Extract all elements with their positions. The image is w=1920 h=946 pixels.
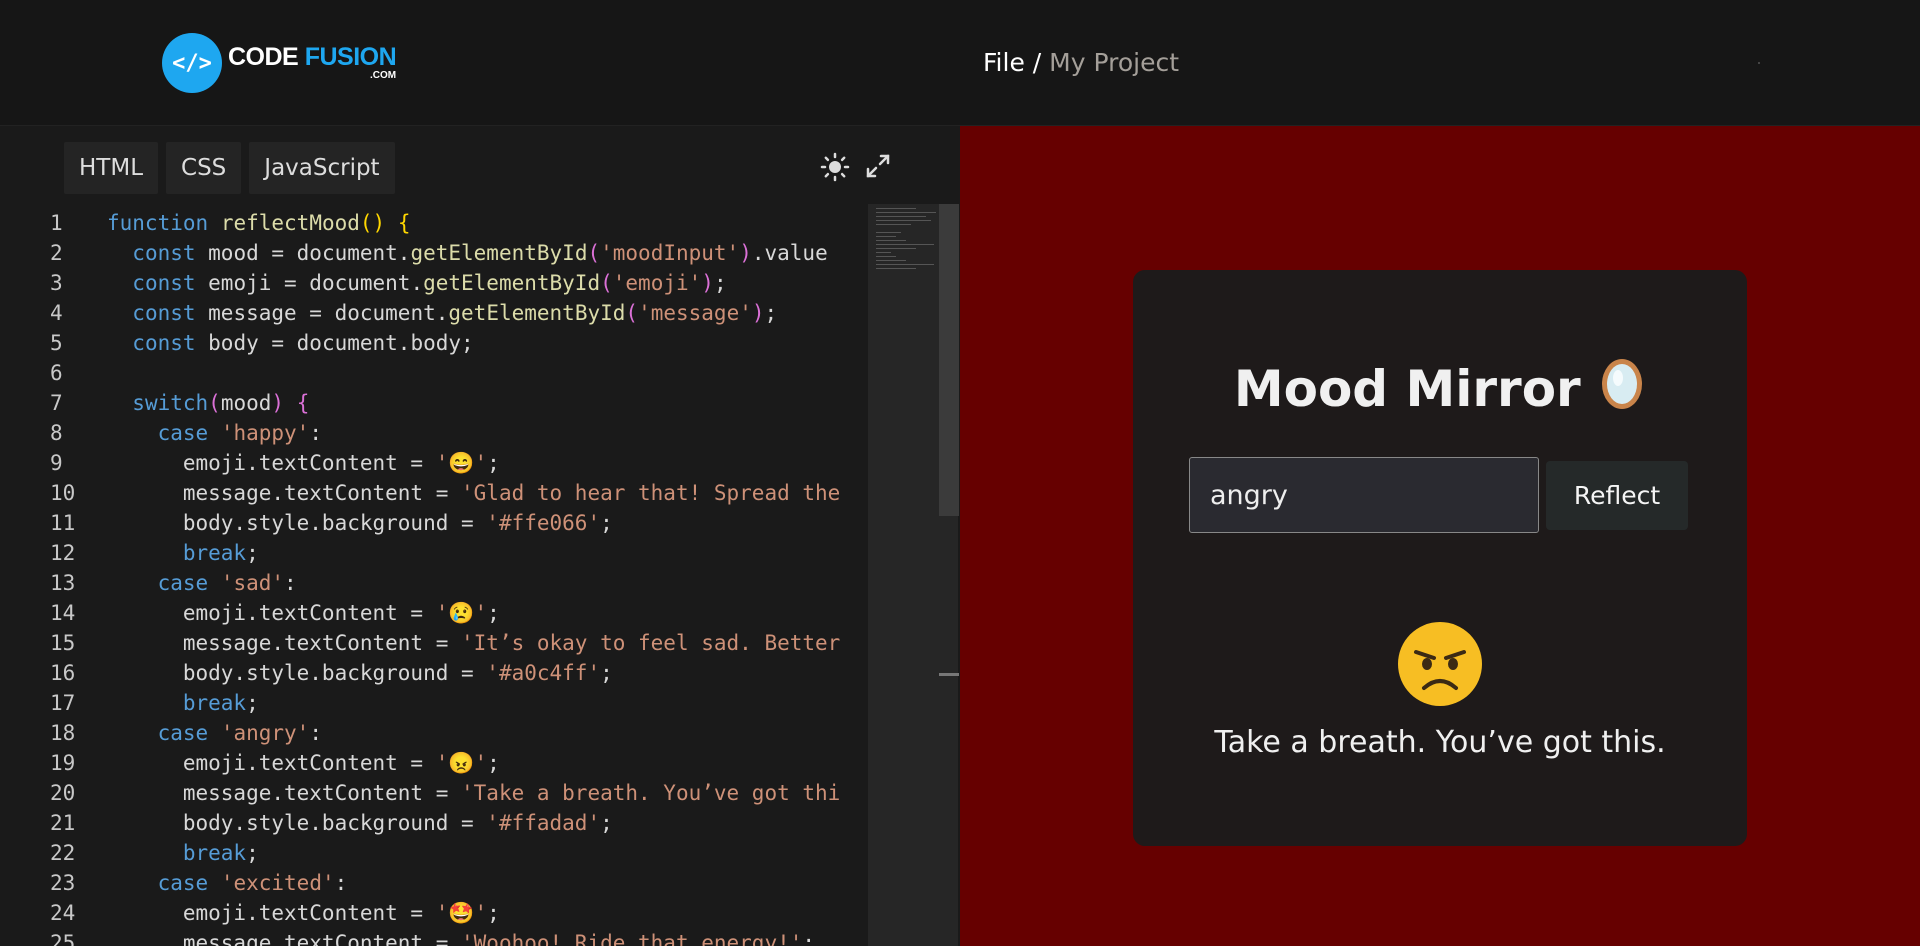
logo-fusion-word: FUSION	[304, 43, 397, 71]
tab-css[interactable]: CSS	[166, 142, 242, 194]
reflect-button[interactable]: Reflect	[1546, 461, 1688, 530]
preview-panel: Mood Mirror Reflect Take a breath. You’v…	[960, 126, 1920, 946]
logo-text: CODE FUSION .COM	[228, 43, 397, 81]
breadcrumb-project[interactable]: My Project	[1049, 48, 1179, 77]
code-area[interactable]: 1 function reflectMood() { 2 const mood =…	[0, 208, 870, 946]
expand-icon[interactable]	[864, 152, 892, 189]
breadcrumb-file[interactable]: File	[983, 48, 1025, 77]
mood-card: Mood Mirror Reflect Take a breath. You’v…	[1133, 270, 1747, 846]
logo-com: .COM	[370, 70, 397, 81]
breadcrumb-separator: /	[1024, 48, 1050, 77]
editor-tools	[820, 152, 892, 189]
page-title: Mood Mirror	[1133, 356, 1747, 418]
sun-icon[interactable]	[820, 152, 850, 189]
logo-code-word: CODE	[228, 43, 305, 71]
app-header: </> CODE FUSION .COM File / My Project	[0, 0, 1920, 126]
language-tabs: HTML CSS JavaScript	[64, 142, 395, 194]
code-fusion-logo[interactable]: </> CODE FUSION .COM	[162, 33, 397, 93]
angry-face-icon	[1133, 620, 1747, 725]
minimap-scrollbar[interactable]	[939, 204, 959, 516]
code-editor-panel: HTML CSS JavaScript 1 function reflectMoo…	[0, 126, 960, 946]
header-dot	[1758, 62, 1760, 64]
tab-javascript[interactable]: JavaScript	[249, 142, 395, 194]
mood-message: Take a breath. You’ve got this.	[1214, 725, 1666, 760]
minimap-marker	[939, 673, 959, 676]
mirror-icon	[1598, 359, 1646, 418]
tab-html[interactable]: HTML	[64, 142, 159, 194]
logo-code-icon: </>	[162, 33, 222, 93]
mood-input[interactable]	[1189, 457, 1539, 533]
breadcrumb: File / My Project	[983, 48, 1179, 77]
